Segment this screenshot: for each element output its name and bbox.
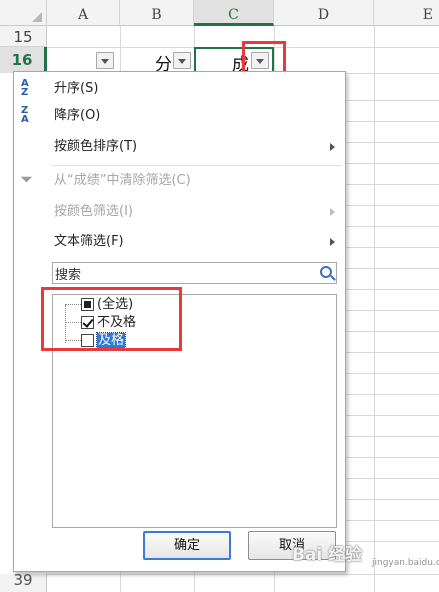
menu-item-filter-by-color: 按颜色筛选(I) <box>14 200 345 224</box>
column-header-bar: A B C D E <box>0 0 439 26</box>
search-icon[interactable] <box>320 266 332 278</box>
menu-item-sort-descending[interactable]: ZA 降序(O) <box>14 104 345 128</box>
sort-ascending-icon: AZ <box>21 78 29 98</box>
menu-item-sort-ascending[interactable]: AZ 升序(S) <box>14 77 345 101</box>
watermark-url: jingyan.baidu.com <box>372 558 439 568</box>
clear-filter-icon: ⏷ <box>21 172 33 188</box>
column-header-e[interactable]: E <box>374 0 439 26</box>
search-placeholder: 搜索 <box>55 268 82 283</box>
row-header-16[interactable]: 16 <box>0 47 47 73</box>
submenu-arrow-icon <box>330 208 335 216</box>
column-header-d[interactable]: D <box>274 0 374 26</box>
column-header-b[interactable]: B <box>120 0 194 26</box>
filter-dropdown-button-a[interactable] <box>96 52 114 69</box>
highlight-box-checklist <box>41 287 182 351</box>
watermark-logo: Bai 经验 <box>292 545 363 565</box>
select-all-corner[interactable] <box>0 0 47 26</box>
filter-dropdown-button-b[interactable] <box>173 52 191 69</box>
row-header-39[interactable]: 39 <box>0 573 47 592</box>
submenu-arrow-icon <box>330 238 335 246</box>
column-header-a[interactable]: A <box>47 0 120 26</box>
submenu-arrow-icon <box>330 143 335 151</box>
ok-button[interactable]: 确定 <box>143 531 231 560</box>
column-header-c[interactable]: C <box>194 0 274 26</box>
row-header-15[interactable]: 15 <box>0 26 47 47</box>
menu-item-sort-by-color[interactable]: 按颜色排序(T) <box>14 135 345 159</box>
filter-search-box[interactable]: 搜索 <box>52 262 337 284</box>
menu-item-clear-filter: ⏷ 从“成绩”中清除筛选(C) <box>14 169 345 193</box>
menu-item-text-filters[interactable]: 文本筛选(F) <box>14 230 345 254</box>
sort-descending-icon: ZA <box>21 105 29 125</box>
